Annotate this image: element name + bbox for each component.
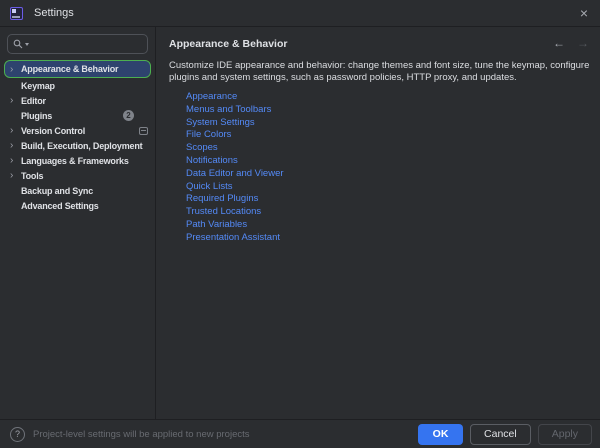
ok-button[interactable]: OK — [418, 424, 463, 445]
link-appearance[interactable]: Appearance — [186, 91, 237, 104]
tree-item-tools[interactable]: › Tools — [4, 168, 151, 183]
search-icon — [13, 39, 23, 49]
tree-item-label: Advanced Settings — [21, 201, 146, 211]
tree-item-version-control[interactable]: › Version Control — [4, 123, 151, 138]
window-title: Settings — [34, 7, 74, 19]
chevron-right-icon[interactable]: › — [10, 125, 21, 136]
tree-item-backup-and-sync[interactable]: Backup and Sync — [4, 183, 151, 198]
search-options-caret-icon[interactable] — [25, 43, 29, 46]
footer-hint: Project-level settings will be applied t… — [33, 429, 411, 440]
back-arrow-icon[interactable]: ← — [553, 36, 565, 50]
page-title: Appearance & Behavior — [169, 38, 590, 50]
tree-item-appearance-behavior[interactable]: › Appearance & Behavior — [4, 60, 151, 78]
settings-dialog: Settings × › Appearance & Behavior — [0, 0, 600, 448]
chevron-right-icon[interactable]: › — [10, 140, 21, 151]
link-trusted-locations[interactable]: Trusted Locations — [186, 206, 261, 219]
close-icon[interactable]: × — [580, 6, 588, 20]
tree-item-build-execution-deployment[interactable]: › Build, Execution, Deployment — [4, 138, 151, 153]
search-field[interactable] — [7, 34, 148, 54]
link-file-colors[interactable]: File Colors — [186, 129, 231, 142]
link-path-variables[interactable]: Path Variables — [186, 219, 247, 232]
chevron-right-icon[interactable]: › — [10, 155, 21, 166]
link-required-plugins[interactable]: Required Plugins — [186, 193, 258, 206]
tree-item-advanced-settings[interactable]: Advanced Settings — [4, 198, 151, 213]
tree-item-label: Build, Execution, Deployment — [21, 141, 146, 151]
dialog-body: › Appearance & Behavior Keymap › Editor … — [0, 27, 600, 419]
settings-sidebar: › Appearance & Behavior Keymap › Editor … — [0, 27, 156, 419]
link-scopes[interactable]: Scopes — [186, 142, 218, 155]
link-menus-and-toolbars[interactable]: Menus and Toolbars — [186, 104, 271, 117]
settings-tree: › Appearance & Behavior Keymap › Editor … — [0, 60, 155, 213]
child-settings-links: Appearance Menus and Toolbars System Set… — [186, 91, 590, 245]
content-pane: Appearance & Behavior ← → Customize IDE … — [156, 27, 600, 419]
tree-item-languages-frameworks[interactable]: › Languages & Frameworks — [4, 153, 151, 168]
title-bar: Settings × — [0, 0, 600, 27]
tree-item-editor[interactable]: › Editor — [4, 93, 151, 108]
tree-item-label: Plugins — [21, 111, 123, 121]
plugins-update-badge: 2 — [123, 110, 134, 121]
tree-item-keymap[interactable]: Keymap — [4, 78, 151, 93]
link-presentation-assistant[interactable]: Presentation Assistant — [186, 232, 280, 245]
forward-arrow-icon: → — [577, 36, 589, 50]
search-input[interactable] — [31, 39, 142, 50]
tree-item-label: Keymap — [21, 81, 146, 91]
app-window-icon — [10, 7, 23, 20]
apply-button: Apply — [538, 424, 592, 445]
tree-item-label: Version Control — [21, 126, 139, 136]
link-system-settings[interactable]: System Settings — [186, 117, 255, 130]
page-description: Customize IDE appearance and behavior: c… — [169, 60, 590, 83]
tree-item-label: Backup and Sync — [21, 186, 146, 196]
dialog-footer: ? Project-level settings will be applied… — [0, 419, 600, 448]
link-quick-lists[interactable]: Quick Lists — [186, 181, 232, 194]
tree-item-label: Editor — [21, 96, 146, 106]
link-data-editor-and-viewer[interactable]: Data Editor and Viewer — [186, 168, 284, 181]
cancel-button[interactable]: Cancel — [470, 424, 531, 445]
tree-item-label: Languages & Frameworks — [21, 156, 146, 166]
tree-item-plugins[interactable]: Plugins 2 — [4, 108, 151, 123]
chevron-right-icon[interactable]: › — [10, 64, 21, 75]
history-navigation: ← → — [553, 36, 589, 50]
chevron-right-icon[interactable]: › — [10, 170, 21, 181]
help-icon[interactable]: ? — [10, 427, 25, 442]
tree-item-label: Tools — [21, 171, 146, 181]
tree-item-label: Appearance & Behavior — [21, 64, 146, 74]
link-notifications[interactable]: Notifications — [186, 155, 238, 168]
chevron-right-icon[interactable]: › — [10, 95, 21, 106]
project-scope-icon — [139, 127, 148, 135]
